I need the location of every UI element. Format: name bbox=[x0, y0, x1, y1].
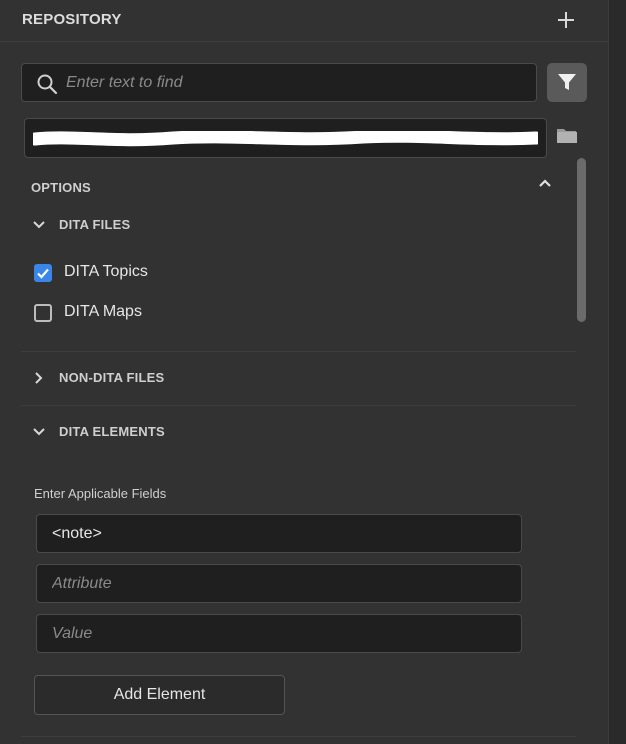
section-label: NON-DITA FILES bbox=[59, 370, 165, 385]
chevron-up-icon[interactable] bbox=[536, 176, 554, 190]
checkbox-label: DITA Maps bbox=[64, 303, 142, 320]
filter-icon bbox=[558, 74, 576, 90]
fields-label: Enter Applicable Fields bbox=[34, 486, 167, 501]
repository-path-field[interactable] bbox=[24, 118, 547, 158]
chevron-down-icon bbox=[33, 221, 45, 229]
element-field[interactable] bbox=[36, 514, 522, 553]
panel-edge bbox=[608, 0, 626, 744]
checkbox-label: DITA Topics bbox=[64, 263, 148, 280]
search-box[interactable] bbox=[21, 63, 537, 102]
scrollbar-thumb[interactable] bbox=[577, 158, 586, 322]
checkbox-checked[interactable] bbox=[34, 264, 52, 282]
redacted-path bbox=[33, 131, 538, 147]
divider bbox=[21, 405, 576, 406]
section-non-dita-files[interactable]: NON-DITA FILES bbox=[31, 367, 571, 391]
divider bbox=[21, 736, 576, 737]
repository-panel: REPOSITORY OPTIONS DITA FILES bbox=[0, 0, 608, 744]
chevron-down-icon bbox=[33, 428, 45, 436]
filter-button[interactable] bbox=[547, 63, 587, 102]
section-dita-elements[interactable]: DITA ELEMENTS bbox=[31, 421, 571, 445]
search-icon bbox=[37, 74, 58, 95]
panel-title: REPOSITORY bbox=[22, 11, 122, 28]
checkmark-icon bbox=[37, 268, 49, 279]
section-label: DITA FILES bbox=[59, 217, 131, 232]
attribute-field[interactable] bbox=[36, 564, 522, 603]
value-field[interactable] bbox=[36, 614, 522, 653]
section-dita-files[interactable]: DITA FILES bbox=[31, 214, 571, 238]
checkbox-row-dita-topics[interactable]: DITA Topics bbox=[34, 262, 334, 284]
options-label: OPTIONS bbox=[31, 180, 91, 195]
panel-header: REPOSITORY bbox=[0, 0, 608, 42]
search-input[interactable] bbox=[66, 64, 526, 101]
chevron-right-icon bbox=[35, 372, 43, 384]
section-label: DITA ELEMENTS bbox=[59, 424, 165, 439]
divider bbox=[21, 351, 576, 352]
add-element-button[interactable]: Add Element bbox=[34, 675, 285, 715]
checkbox-unchecked[interactable] bbox=[34, 304, 52, 322]
folder-icon[interactable] bbox=[556, 126, 578, 146]
checkbox-row-dita-maps[interactable]: DITA Maps bbox=[34, 302, 334, 324]
plus-icon[interactable] bbox=[554, 8, 578, 32]
